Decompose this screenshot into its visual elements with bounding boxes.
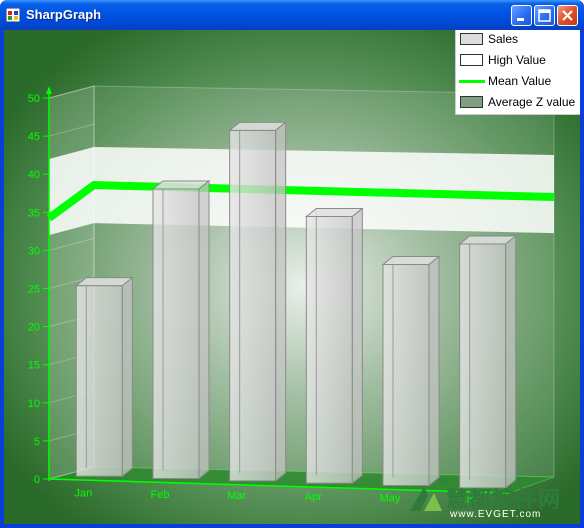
legend-swatch	[460, 54, 483, 66]
y-tick-label: 10	[28, 398, 40, 410]
app-icon	[5, 7, 21, 23]
bar	[152, 188, 200, 479]
legend-label: Sales	[488, 32, 519, 46]
y-tick-label: 40	[28, 169, 40, 181]
window-title: SharpGraph	[26, 7, 102, 22]
x-tick-label: May	[380, 492, 401, 504]
legend-item-sales: Sales	[456, 30, 580, 50]
bar-side	[198, 179, 210, 480]
x-tick-label: Feb	[151, 489, 170, 501]
legend-swatch	[460, 96, 483, 108]
watermark-url: www.EVGET.com	[450, 509, 542, 520]
y-tick-label: 15	[28, 360, 40, 372]
y-tick-label: 0	[34, 474, 40, 486]
bar	[229, 129, 277, 482]
title-bar[interactable]: SharpGraph	[0, 0, 584, 30]
legend-item-high-value: High Value	[456, 51, 580, 71]
watermark: TM 慧都控件网 www.EVGET.com	[404, 478, 580, 524]
watermark-logo-icon	[410, 487, 442, 511]
chart-legend: Sales High Value Mean Value Average Z va…	[455, 30, 580, 115]
close-button[interactable]	[557, 5, 578, 26]
bar	[75, 285, 123, 477]
close-icon	[562, 10, 573, 21]
bar	[305, 215, 353, 484]
legend-item-average-z: Average Z value	[456, 93, 580, 113]
bar-side	[275, 121, 287, 482]
y-tick-label: 35	[28, 207, 40, 219]
legend-label: High Value	[488, 53, 546, 67]
x-tick-label: Mar	[227, 490, 246, 502]
y-tick-label: 45	[28, 131, 40, 143]
legend-line	[459, 80, 485, 83]
legend-swatch	[460, 33, 483, 45]
y-tick-label: 5	[34, 436, 40, 448]
legend-label: Mean Value	[488, 74, 552, 88]
bar	[459, 243, 507, 489]
x-tick-label: Jan	[74, 488, 92, 500]
maximize-button[interactable]	[534, 5, 555, 26]
legend-label: Average Z value	[488, 95, 576, 109]
minimize-button[interactable]	[511, 5, 532, 26]
app-window: SharpGraph 0 5 10 15 20 25 30 35 40 45 5…	[0, 0, 584, 528]
bar-side	[121, 276, 133, 478]
bar-side	[351, 207, 363, 485]
y-tick-label: 30	[28, 245, 40, 257]
chart-area: 0 5 10 15 20 25 30 35 40 45 50 Jan Feb Mar Apr May Jun S…	[4, 30, 580, 524]
legend-item-mean-value: Mean Value	[456, 72, 580, 92]
y-tick-label: 20	[28, 322, 40, 334]
y-tick-label: 50	[28, 93, 40, 105]
bar	[382, 264, 430, 486]
x-tick-label: Apr	[305, 491, 322, 503]
y-tick-label: 25	[28, 284, 40, 296]
minimize-icon	[517, 18, 524, 21]
bar-side	[428, 255, 440, 487]
bar-side	[505, 234, 517, 489]
